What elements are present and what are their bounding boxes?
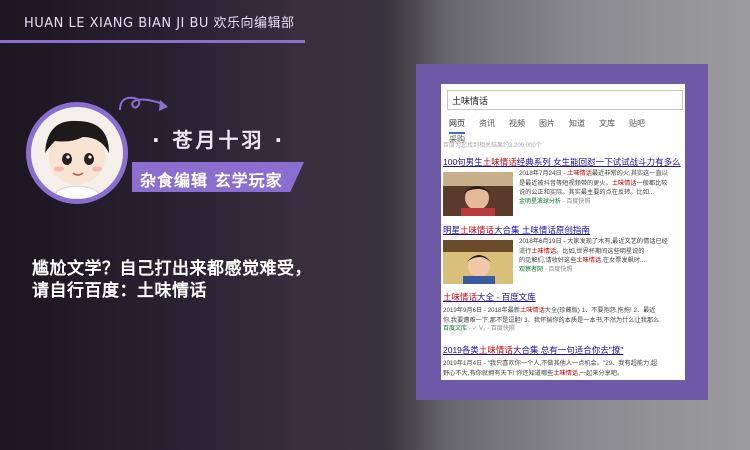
result-title[interactable]: 100句男生土味情话经典系列 女生能回怼一下试试战斗力有多么	[443, 156, 685, 168]
tab-wenku[interactable]: 文库	[599, 118, 615, 129]
profile-name: · 苍月十羽 ·	[152, 128, 286, 152]
result-source[interactable]: 观察者网	[519, 267, 543, 273]
tab-video[interactable]: 视频	[509, 118, 525, 129]
result-thumbnail	[443, 240, 513, 284]
result-snippet: 2018年6月19日 - 大家发现了木有,最近文艺的情话已经 流行土味情话。比如…	[519, 238, 668, 273]
tab-web[interactable]: 网页	[449, 118, 465, 134]
brand-title: HUAN LE XIANG BIAN JI BU 欢乐向编辑部	[24, 16, 295, 31]
result-source[interactable]: 金明星滚球分析	[519, 199, 561, 205]
tab-tieba[interactable]: 贴吧	[629, 118, 645, 129]
result-source[interactable]: 百度文库	[443, 326, 467, 332]
search-result: 明星土味情话大合集 土味情话原创指南 2018年6月19日 - 大家发现了木有,…	[443, 224, 685, 288]
header-underline	[0, 40, 305, 43]
result-snippet: 2018年7月24日 - 土味情话最近非常的火,其实这一直以 是最近被抖音等短视…	[519, 170, 668, 205]
search-input[interactable]: 土味情话	[447, 90, 683, 110]
tab-images[interactable]: 图片	[539, 118, 555, 129]
search-screenshot: 土味情话 网页 资讯 视频 图片 知道 文库 贴吧采购 百度为您找到相关结果约3,200,0…	[441, 84, 685, 380]
search-tabs: 网页 资讯 视频 图片 知道 文库 贴吧采购	[449, 118, 685, 144]
description-line-1: 尴尬文学？自己打出来都感觉难受，	[32, 259, 312, 279]
result-title[interactable]: 2019各类土味情话大合集 总有一句适合你去"撩"	[443, 344, 685, 356]
result-title[interactable]: 土味情话大全 - 百度文库	[443, 291, 685, 303]
result-snippet: 2019年1月4日 - "我只喜欢你一个人,不做其他人一点机会。"29、我有超能…	[443, 360, 658, 377]
search-result: 土味情话大全 - 百度文库 2019年9月6日 - 2018年最新土味情话大全(…	[443, 291, 685, 343]
avatar-portrait	[31, 107, 123, 199]
header: HUAN LE XIANG BIAN JI BU 欢乐向编辑部	[0, 0, 305, 44]
search-result: 100句男生土味情话经典系列 女生能回怼一下试试战斗力有多么 2018年7月24…	[443, 156, 685, 220]
result-snippet: 2019年9月6日 - 2018年最新土味情话大全(珍藏版) 1、不要抱怨,拖拖…	[443, 307, 660, 333]
avatar	[26, 102, 128, 204]
description-line-2: 请自行百度：土味情话	[32, 281, 207, 301]
tab-zhidao[interactable]: 知道	[569, 118, 585, 129]
result-title[interactable]: 明星土味情话大合集 土味情话原创指南	[443, 224, 685, 236]
tab-news[interactable]: 资讯	[479, 118, 495, 129]
result-count: 百度为您找到相关结果约3,200,000个	[443, 143, 542, 149]
result-thumbnail	[443, 172, 513, 216]
search-result: 2019各类土味情话大合集 总有一句适合你去"撩" 2019年1月4日 - "我…	[443, 344, 685, 380]
profile-tag: 杂食编辑 玄学玩家	[132, 162, 304, 192]
description: 尴尬文学？自己打出来都感觉难受， 请自行百度：土味情话	[32, 258, 312, 302]
curl-arrow-icon	[119, 96, 168, 111]
